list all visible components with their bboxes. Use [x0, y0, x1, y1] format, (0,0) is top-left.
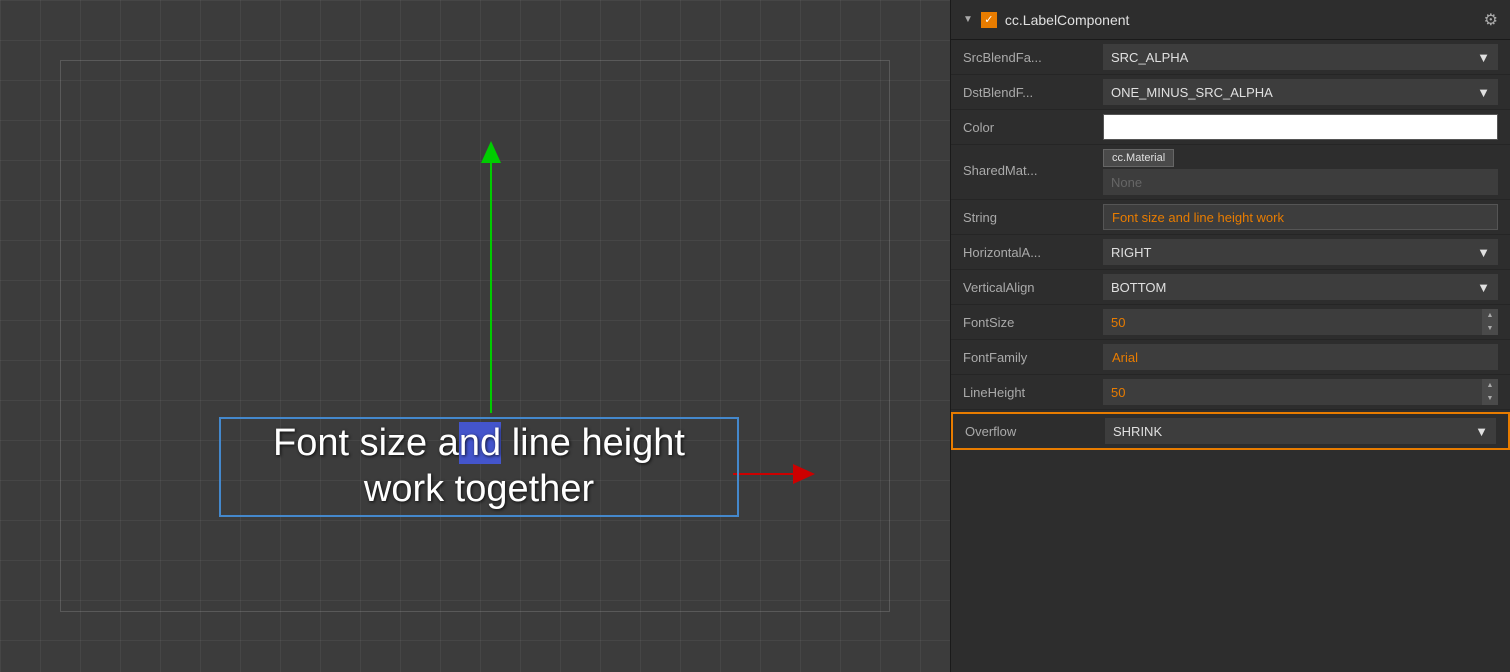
cc-material-tab: cc.Material — [1103, 149, 1174, 167]
dst-blend-factor-text: ONE_MINUS_SRC_ALPHA — [1111, 85, 1273, 100]
src-blend-factor-value: SRC_ALPHA ▼ — [1103, 44, 1498, 70]
shared-material-input[interactable]: None — [1103, 169, 1498, 195]
string-input[interactable]: Font size and line height work — [1103, 204, 1498, 230]
chevron-down-icon: ▼ — [1475, 424, 1488, 439]
overflow-select[interactable]: SHRINK ▼ — [1105, 418, 1496, 444]
arrow-x-line — [733, 473, 793, 475]
font-family-row: FontFamily Arial — [951, 340, 1510, 375]
component-header: ▼ ✓ cc.LabelComponent ⚙ — [951, 0, 1510, 40]
line-height-row: LineHeight ▲ ▼ — [951, 375, 1510, 410]
src-blend-factor-row: SrcBlendFa... SRC_ALPHA ▼ — [951, 40, 1510, 75]
font-size-input[interactable] — [1103, 315, 1482, 330]
string-row: String Font size and line height work — [951, 200, 1510, 235]
horizontal-align-row: HorizontalA... RIGHT ▼ — [951, 235, 1510, 270]
vertical-align-value: BOTTOM ▼ — [1103, 274, 1498, 300]
font-family-label: FontFamily — [963, 350, 1103, 365]
src-blend-factor-select[interactable]: SRC_ALPHA ▼ — [1103, 44, 1498, 70]
canvas-inner: Font size and line height work together — [60, 60, 890, 612]
shared-material-none-text: None — [1111, 175, 1142, 190]
x-axis-arrow — [733, 464, 815, 484]
font-family-text: Arial — [1112, 350, 1138, 365]
dst-blend-factor-label: DstBlendF... — [963, 85, 1103, 100]
chevron-down-icon: ▼ — [1477, 50, 1490, 65]
font-size-input-wrapper: ▲ ▼ — [1103, 309, 1498, 335]
horizontal-align-text: RIGHT — [1111, 245, 1151, 260]
src-blend-factor-text: SRC_ALPHA — [1111, 50, 1188, 65]
dst-blend-factor-select[interactable]: ONE_MINUS_SRC_ALPHA ▼ — [1103, 79, 1498, 105]
font-size-decrement[interactable]: ▼ — [1482, 322, 1498, 335]
line-height-spinners: ▲ ▼ — [1482, 379, 1498, 405]
font-size-increment[interactable]: ▲ — [1482, 309, 1498, 322]
font-size-spinners: ▲ ▼ — [1482, 309, 1498, 335]
overflow-label: Overflow — [965, 424, 1105, 439]
arrow-x-head — [793, 464, 815, 484]
horizontal-align-label: HorizontalA... — [963, 245, 1103, 260]
canvas-viewport: Font size and line height work together — [0, 0, 950, 672]
vertical-align-row: VerticalAlign BOTTOM ▼ — [951, 270, 1510, 305]
y-axis-arrow — [481, 141, 501, 413]
arrow-y-line — [490, 163, 492, 413]
horizontal-align-value: RIGHT ▼ — [1103, 239, 1498, 265]
font-family-input[interactable]: Arial — [1103, 344, 1498, 370]
chevron-down-icon: ▼ — [1477, 245, 1490, 260]
color-row: Color — [951, 110, 1510, 145]
component-enabled-checkbox[interactable]: ✓ — [981, 12, 997, 28]
properties-panel: ▼ ✓ cc.LabelComponent ⚙ SrcBlendFa... SR… — [950, 0, 1510, 672]
color-value — [1103, 114, 1498, 140]
component-title: cc.LabelComponent — [1005, 12, 1476, 28]
shared-material-label: SharedMat... — [963, 149, 1103, 178]
check-icon: ✓ — [984, 13, 993, 26]
expand-arrow-icon[interactable]: ▼ — [963, 14, 973, 25]
dst-blend-factor-value: ONE_MINUS_SRC_ALPHA ▼ — [1103, 79, 1498, 105]
overflow-text: SHRINK — [1113, 424, 1162, 439]
src-blend-factor-label: SrcBlendFa... — [963, 50, 1103, 65]
string-text: Font size and line height work — [1112, 210, 1284, 225]
gear-icon[interactable]: ⚙ — [1484, 10, 1498, 30]
chevron-down-icon: ▼ — [1477, 280, 1490, 295]
string-label: String — [963, 210, 1103, 225]
horizontal-align-select[interactable]: RIGHT ▼ — [1103, 239, 1498, 265]
line-height-label: LineHeight — [963, 385, 1103, 400]
font-size-label: FontSize — [963, 315, 1103, 330]
label-bounding-box: Font size and line height work together — [219, 417, 739, 517]
arrow-y-head — [481, 141, 501, 163]
overflow-row: Overflow SHRINK ▼ — [951, 412, 1510, 450]
line-height-input-wrapper: ▲ ▼ — [1103, 379, 1498, 405]
string-value: Font size and line height work — [1103, 204, 1498, 230]
overflow-value: SHRINK ▼ — [1105, 418, 1496, 444]
vertical-align-text: BOTTOM — [1111, 280, 1166, 295]
chevron-down-icon: ▼ — [1477, 85, 1490, 100]
vertical-align-label: VerticalAlign — [963, 280, 1103, 295]
font-family-value: Arial — [1103, 344, 1498, 370]
color-label: Color — [963, 120, 1103, 135]
font-size-row: FontSize ▲ ▼ — [951, 305, 1510, 340]
line-height-increment[interactable]: ▲ — [1482, 379, 1498, 392]
line-height-input[interactable] — [1103, 385, 1482, 400]
line-height-decrement[interactable]: ▼ — [1482, 392, 1498, 405]
line-height-value: ▲ ▼ — [1103, 379, 1498, 405]
canvas-label-text: Font size and line height work together — [273, 421, 685, 512]
shared-material-row: SharedMat... cc.Material None — [951, 145, 1510, 200]
shared-material-value: cc.Material None — [1103, 149, 1498, 195]
color-swatch[interactable] — [1103, 114, 1498, 140]
vertical-align-select[interactable]: BOTTOM ▼ — [1103, 274, 1498, 300]
font-size-value: ▲ ▼ — [1103, 309, 1498, 335]
dst-blend-factor-row: DstBlendF... ONE_MINUS_SRC_ALPHA ▼ — [951, 75, 1510, 110]
